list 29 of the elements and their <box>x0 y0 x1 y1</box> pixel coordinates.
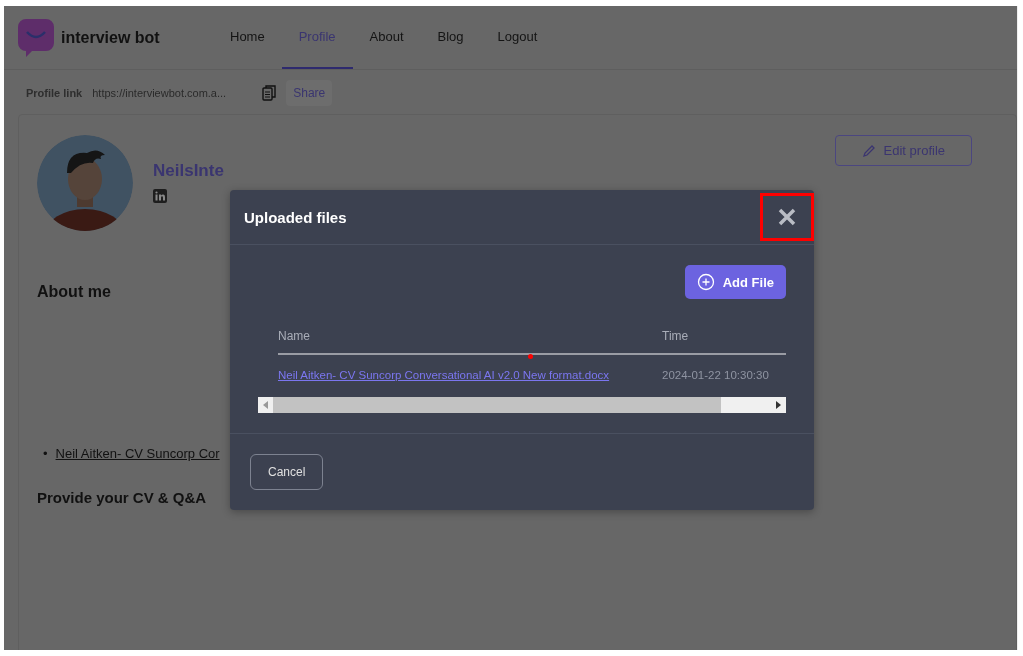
copy-icon[interactable] <box>262 85 277 101</box>
cancel-button[interactable]: Cancel <box>250 454 324 490</box>
file-link[interactable]: Neil Aitken- CV Suncorp Cor <box>55 446 220 461</box>
nav-link[interactable]: Blog <box>420 6 481 69</box>
column-header: Time <box>662 329 689 343</box>
scroll-right-icon[interactable] <box>775 401 781 409</box>
marker-dot <box>528 354 533 359</box>
horizontal-scrollbar[interactable] <box>258 397 786 413</box>
bullet: • <box>43 446 48 461</box>
plus-circle-icon <box>696 273 715 291</box>
nav-link[interactable]: Logout <box>480 6 555 69</box>
profile-link-label: Profile link <box>26 87 83 99</box>
about-heading: About me <box>37 283 112 301</box>
add-file-button[interactable]: Add File <box>684 265 786 299</box>
profile-link-url: https://interviewbot.com.a... <box>92 87 228 99</box>
chat-bubble-logo-icon <box>18 18 54 57</box>
file-link[interactable]: Neil Aitken- CV Suncorp Conversational AI v2.0 New format.docx <box>278 369 662 381</box>
pencil-icon <box>861 143 876 158</box>
nav-link[interactable]: About <box>352 6 421 69</box>
share-button[interactable]: Share <box>286 80 333 106</box>
table-cell: 2024-01-22 10:30:30 <box>662 369 769 381</box>
dialog-title: Uploaded files <box>244 208 347 226</box>
close-icon[interactable] <box>777 207 797 227</box>
brand-name: interview bot <box>61 28 160 47</box>
avatar-silhouette-icon <box>37 135 133 231</box>
cv-heading: Provide your CV & Q&A <box>37 489 208 506</box>
nav-link[interactable]: Home <box>213 6 282 69</box>
linkedin-icon[interactable] <box>153 189 167 203</box>
column-header: Name <box>278 329 311 343</box>
